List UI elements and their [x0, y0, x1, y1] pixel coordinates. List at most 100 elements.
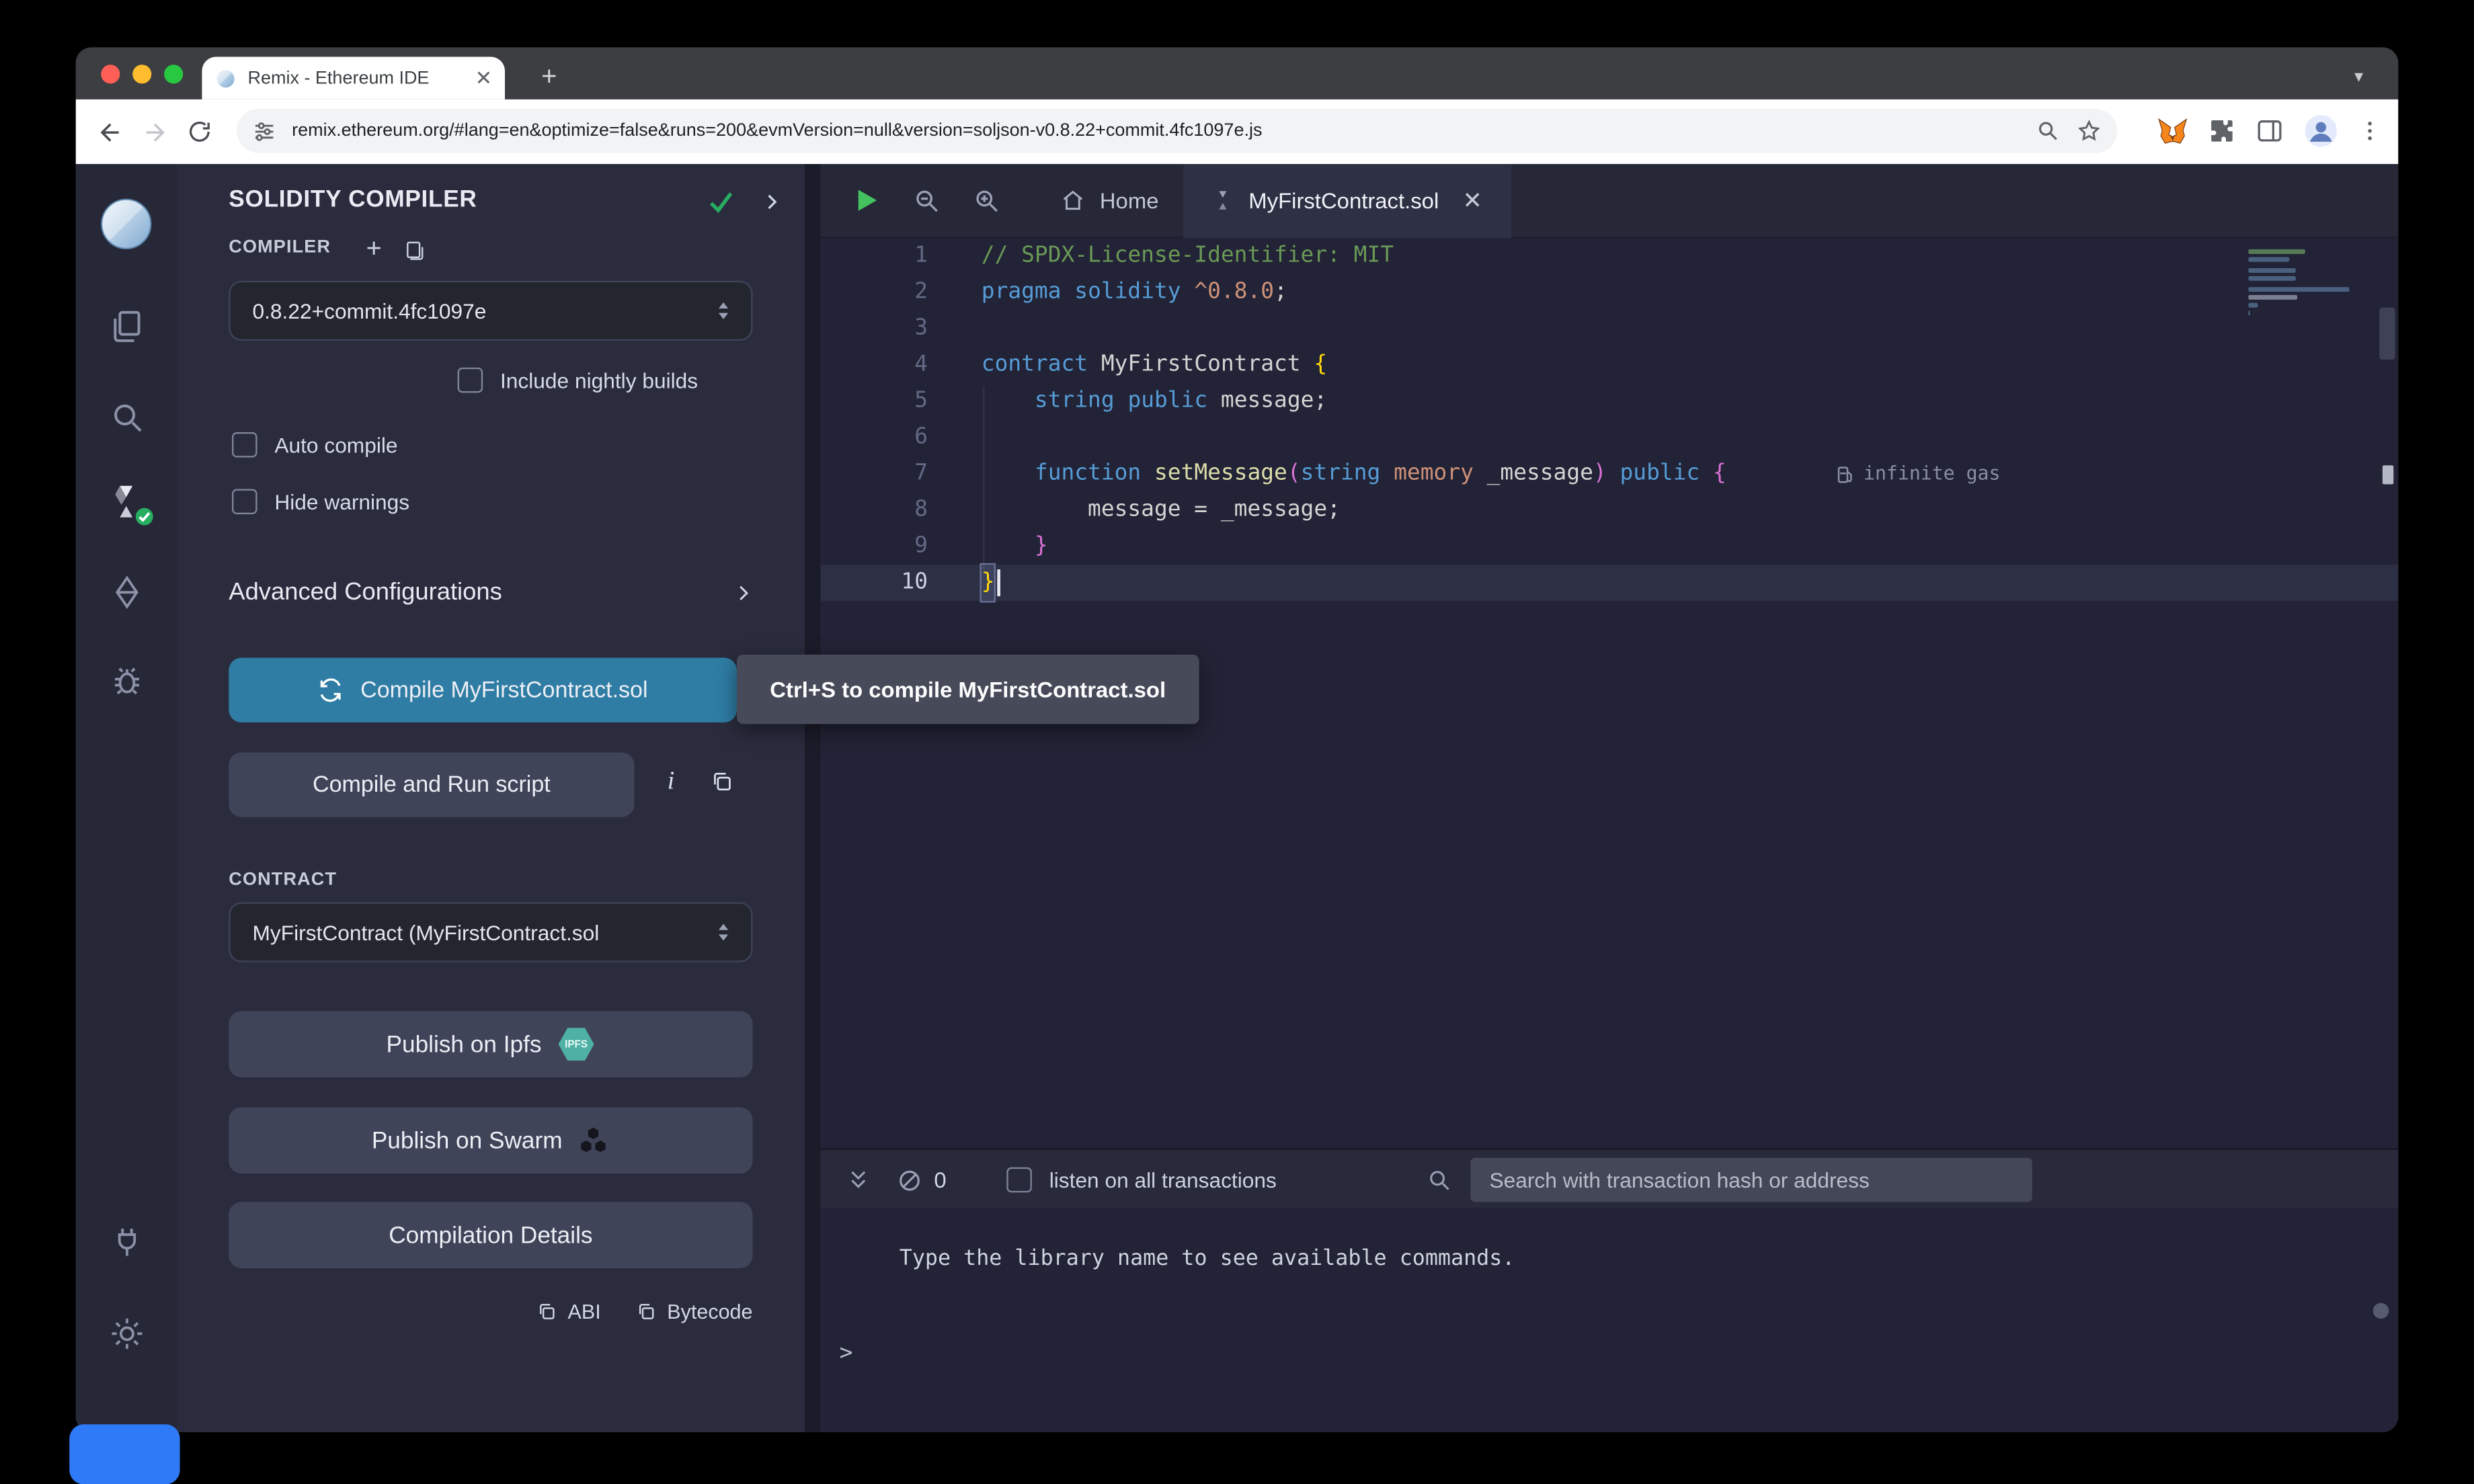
- line-content[interactable]: [928, 419, 982, 456]
- line-content[interactable]: }: [928, 528, 1048, 565]
- contract-select[interactable]: MyFirstContract (MyFirstContract.sol: [229, 902, 752, 962]
- compile-tooltip: Ctrl+S to compile MyFirstContract.sol: [737, 655, 1199, 724]
- copy-bytecode-button[interactable]: Bytecode: [635, 1300, 752, 1323]
- line-content[interactable]: string public message;: [928, 383, 1327, 419]
- line-content[interactable]: }: [928, 565, 1001, 601]
- settings-icon[interactable]: [76, 1301, 177, 1364]
- line-content[interactable]: message = _message;: [928, 492, 1341, 528]
- reload-icon[interactable]: [177, 110, 221, 154]
- tab-home[interactable]: Home: [1035, 163, 1184, 237]
- tab-search-chevron-icon[interactable]: ▾: [2342, 58, 2377, 93]
- transaction-search-input[interactable]: [1470, 1158, 2032, 1202]
- panel-splitter[interactable]: [805, 164, 820, 1432]
- code-line[interactable]: 4contract MyFirstContract {: [820, 347, 2398, 383]
- toolbar-extensions: [2157, 109, 2383, 153]
- refresh-icon: [318, 677, 345, 704]
- nightly-builds-checkbox[interactable]: [458, 368, 483, 393]
- advanced-config-label[interactable]: Advanced Configurations: [229, 579, 502, 607]
- code-line[interactable]: 5 string public message;: [820, 383, 2398, 419]
- menu-icon[interactable]: [2357, 117, 2383, 145]
- zoom-out-icon[interactable]: [896, 163, 956, 237]
- compiler-version-select[interactable]: 0.8.22+commit.4fc1097e: [229, 281, 752, 341]
- editor-tab-bar: Home MyFirstContract.sol ✕: [820, 164, 2398, 238]
- info-icon[interactable]: i: [668, 768, 674, 796]
- browser-tab[interactable]: Remix - Ethereum IDE ✕: [202, 56, 505, 99]
- line-number: 5: [820, 383, 928, 419]
- compilation-details-button[interactable]: Compilation Details: [229, 1202, 752, 1268]
- stepper-icon: [715, 298, 732, 324]
- nightly-builds-label: Include nightly builds: [500, 368, 698, 392]
- terminal-collapse-icon[interactable]: [833, 1150, 883, 1210]
- plugin-manager-icon[interactable]: [76, 1210, 177, 1273]
- editor-scrollbar[interactable]: [2379, 308, 2395, 360]
- extensions-icon[interactable]: [2207, 117, 2235, 145]
- terminal-prompt: >: [840, 1341, 853, 1366]
- address-bar[interactable]: remix.ethereum.org/#lang=en&optimize=fal…: [237, 109, 2118, 153]
- profile-icon[interactable]: [2304, 114, 2339, 149]
- solidity-compiler-icon[interactable]: [76, 470, 177, 533]
- copy-abi-button[interactable]: ABI: [536, 1300, 601, 1323]
- debugger-icon[interactable]: [76, 649, 177, 712]
- code-line[interactable]: 8 message = _message;: [820, 492, 2398, 528]
- zoom-in-icon[interactable]: [956, 163, 1016, 237]
- remix-logo-icon[interactable]: [76, 186, 177, 262]
- line-content[interactable]: // SPDX-License-Identifier: MIT: [928, 238, 1394, 274]
- minimap-line: [2248, 303, 2257, 308]
- gas-icon: [1837, 464, 1854, 483]
- panel-collapse-chevron-icon[interactable]: [760, 191, 783, 221]
- auto-compile-label: Auto compile: [274, 433, 397, 456]
- minimize-window-button[interactable]: [132, 65, 151, 83]
- code-line[interactable]: 1// SPDX-License-Identifier: MIT: [820, 238, 2398, 274]
- line-content[interactable]: contract MyFirstContract {: [928, 347, 1327, 383]
- minimap[interactable]: [2248, 249, 2362, 316]
- code-line[interactable]: 2pragma solidity ^0.8.0;: [820, 274, 2398, 311]
- deploy-run-icon[interactable]: [76, 560, 177, 623]
- new-tab-button[interactable]: +: [530, 58, 568, 96]
- back-icon[interactable]: [88, 110, 132, 154]
- publish-ipfs-button[interactable]: Publish on Ipfs IPFS: [229, 1011, 752, 1077]
- dock-item-blue[interactable]: [69, 1424, 179, 1484]
- listen-transactions-checkbox[interactable]: [1006, 1167, 1032, 1193]
- open-file-icon[interactable]: [404, 240, 426, 270]
- search-icon[interactable]: [76, 385, 177, 448]
- run-script-icon[interactable]: [836, 163, 896, 237]
- code-line[interactable]: 9 }: [820, 528, 2398, 565]
- publish-swarm-button[interactable]: Publish on Swarm: [229, 1108, 752, 1174]
- code-line[interactable]: 6: [820, 419, 2398, 456]
- line-number: 10: [820, 565, 928, 601]
- code-line[interactable]: 10}: [820, 565, 2398, 601]
- terminal-search-icon: [1414, 1150, 1464, 1210]
- swarm-icon: [578, 1126, 610, 1155]
- bookmark-star-icon[interactable]: [2077, 118, 2102, 144]
- line-number: 7: [820, 456, 928, 492]
- hide-warnings-checkbox[interactable]: [232, 489, 257, 515]
- line-content[interactable]: function setMessage(string memory _messa…: [928, 456, 2000, 492]
- metamask-icon[interactable]: [2157, 116, 2188, 147]
- compile-and-run-button[interactable]: Compile and Run script: [229, 752, 634, 817]
- zoom-icon[interactable]: [2036, 118, 2061, 144]
- side-panel-icon[interactable]: [2255, 117, 2285, 145]
- close-window-button[interactable]: [101, 65, 120, 83]
- line-content[interactable]: [928, 311, 982, 347]
- close-tab-icon[interactable]: ✕: [475, 68, 493, 89]
- forward-icon[interactable]: [132, 110, 177, 154]
- site-info-icon[interactable]: [253, 119, 276, 142]
- auto-compile-checkbox[interactable]: [232, 432, 257, 458]
- file-explorer-icon[interactable]: [76, 295, 177, 358]
- compile-button[interactable]: Compile MyFirstContract.sol: [229, 658, 737, 723]
- minimap-line: [2248, 311, 2250, 315]
- tab-file[interactable]: MyFirstContract.sol ✕: [1184, 163, 1511, 237]
- copy-icon[interactable]: [710, 770, 733, 801]
- clear-transactions-icon[interactable]: [883, 1150, 934, 1210]
- line-content[interactable]: pragma solidity ^0.8.0;: [928, 274, 1287, 311]
- terminal[interactable]: Type the library name to see available c…: [820, 1208, 2398, 1432]
- terminal-scrollbar[interactable]: [2373, 1303, 2389, 1319]
- fullscreen-window-button[interactable]: [164, 65, 183, 83]
- tab-title: Remix - Ethereum IDE: [247, 69, 464, 87]
- solidity-file-icon: [1212, 190, 1234, 212]
- code-line[interactable]: 7 function setMessage(string memory _mes…: [820, 456, 2398, 492]
- add-compiler-icon[interactable]: +: [366, 233, 381, 265]
- advanced-config-chevron-icon[interactable]: [732, 582, 754, 612]
- code-line[interactable]: 3: [820, 311, 2398, 347]
- close-file-tab-icon[interactable]: ✕: [1462, 186, 1482, 214]
